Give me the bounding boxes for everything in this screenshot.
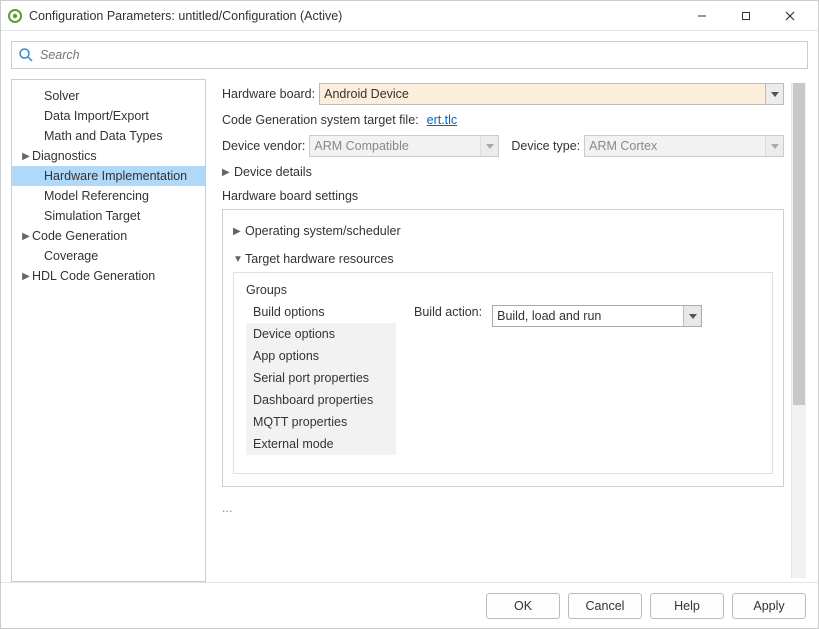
groups-label: Groups bbox=[246, 283, 396, 297]
hardware-board-label: Hardware board: bbox=[222, 87, 315, 101]
tree-item-model-referencing[interactable]: Model Referencing bbox=[12, 186, 205, 206]
maximize-button[interactable] bbox=[724, 2, 768, 30]
chevron-right-icon: ▶ bbox=[233, 226, 245, 237]
tree-item-label: Diagnostics bbox=[32, 149, 97, 163]
tree-item-diagnostics[interactable]: ▶Diagnostics bbox=[12, 146, 205, 166]
ok-button[interactable]: OK bbox=[486, 593, 560, 619]
help-button[interactable]: Help bbox=[650, 593, 724, 619]
tree-item-solver[interactable]: Solver bbox=[12, 86, 205, 106]
device-type-select[interactable]: ARM Cortex bbox=[584, 135, 784, 157]
apply-button[interactable]: Apply bbox=[732, 593, 806, 619]
group-item-serial-port-properties[interactable]: Serial port properties bbox=[246, 367, 396, 389]
more-indicator: ... bbox=[222, 501, 784, 515]
tree-item-hdl-code-generation[interactable]: ▶HDL Code Generation bbox=[12, 266, 205, 286]
tree-item-label: Math and Data Types bbox=[44, 129, 163, 143]
hardware-board-settings-label: Hardware board settings bbox=[222, 189, 780, 203]
hardware-board-select[interactable]: Android Device bbox=[319, 83, 784, 105]
codegen-target-link[interactable]: ert.tlc bbox=[427, 113, 458, 127]
tree-item-label: Model Referencing bbox=[44, 189, 149, 203]
chevron-right-icon: ▶ bbox=[20, 151, 32, 162]
groups-items: Build optionsDevice optionsApp optionsSe… bbox=[246, 301, 396, 455]
chevron-right-icon: ▶ bbox=[20, 231, 32, 242]
device-details-label: Device details bbox=[234, 165, 312, 179]
device-vendor-select[interactable]: ARM Compatible bbox=[309, 135, 499, 157]
tree-item-code-generation[interactable]: ▶Code Generation bbox=[12, 226, 205, 246]
group-item-app-options[interactable]: App options bbox=[246, 345, 396, 367]
target-hardware-resources-panel: Groups Build optionsDevice optionsApp op… bbox=[233, 272, 773, 474]
tree-item-label: Code Generation bbox=[32, 229, 127, 243]
group-item-dashboard-properties[interactable]: Dashboard properties bbox=[246, 389, 396, 411]
chevron-right-icon: ▶ bbox=[20, 271, 32, 282]
build-action-value: Build, load and run bbox=[497, 309, 601, 323]
main-panel: Hardware board: Android Device Code Gene… bbox=[206, 79, 808, 582]
target-hardware-resources-label: Target hardware resources bbox=[245, 252, 394, 266]
os-scheduler-toggle[interactable]: ▶ Operating system/scheduler bbox=[233, 224, 773, 238]
os-scheduler-label: Operating system/scheduler bbox=[245, 224, 401, 238]
search-field-wrap[interactable] bbox=[11, 41, 808, 69]
codegen-target-label: Code Generation system target file: bbox=[222, 113, 419, 127]
scrollbar-thumb[interactable] bbox=[793, 83, 805, 405]
close-button[interactable] bbox=[768, 2, 812, 30]
chevron-down-icon bbox=[480, 136, 498, 156]
build-action-label: Build action: bbox=[414, 305, 482, 319]
chevron-down-icon bbox=[765, 136, 783, 156]
chevron-down-icon bbox=[683, 306, 701, 326]
tree-item-label: Hardware Implementation bbox=[44, 169, 187, 183]
build-action-select[interactable]: Build, load and run bbox=[492, 305, 702, 327]
category-tree[interactable]: Solver Data Import/Export Math and Data Ty… bbox=[11, 79, 206, 582]
hardware-board-settings-panel: ▶ Operating system/scheduler ▼ Target ha… bbox=[222, 209, 784, 487]
group-item-mqtt-properties[interactable]: MQTT properties bbox=[246, 411, 396, 433]
search-icon bbox=[18, 47, 34, 63]
hardware-board-value: Android Device bbox=[324, 87, 409, 101]
dialog-button-bar: OK Cancel Help Apply bbox=[1, 582, 818, 628]
group-item-build-options[interactable]: Build options bbox=[246, 301, 396, 323]
device-vendor-label: Device vendor: bbox=[222, 139, 305, 153]
device-vendor-value: ARM Compatible bbox=[314, 139, 408, 153]
device-type-label: Device type: bbox=[511, 139, 580, 153]
window-title: Configuration Parameters: untitled/Confi… bbox=[29, 9, 680, 23]
tree-item-label: Simulation Target bbox=[44, 209, 140, 223]
titlebar: Configuration Parameters: untitled/Confi… bbox=[1, 1, 818, 31]
group-item-device-options[interactable]: Device options bbox=[246, 323, 396, 345]
device-type-value: ARM Cortex bbox=[589, 139, 657, 153]
tree-item-coverage[interactable]: Coverage bbox=[12, 246, 205, 266]
tree-item-label: Coverage bbox=[44, 249, 98, 263]
tree-item-label: Data Import/Export bbox=[44, 109, 149, 123]
cancel-button[interactable]: Cancel bbox=[568, 593, 642, 619]
tree-item-hardware-implementation[interactable]: Hardware Implementation bbox=[12, 166, 205, 186]
chevron-right-icon: ▶ bbox=[222, 167, 234, 178]
tree-item-simulation-target[interactable]: Simulation Target bbox=[12, 206, 205, 226]
device-details-toggle[interactable]: ▶ Device details bbox=[222, 165, 784, 179]
app-icon bbox=[7, 8, 23, 24]
search-input[interactable] bbox=[38, 42, 801, 68]
groups-list: Groups Build optionsDevice optionsApp op… bbox=[246, 283, 396, 455]
minimize-button[interactable] bbox=[680, 2, 724, 30]
tree-item-math-and-data-types[interactable]: Math and Data Types bbox=[12, 126, 205, 146]
vertical-scrollbar[interactable] bbox=[791, 83, 806, 578]
tree-item-label: Solver bbox=[44, 89, 79, 103]
chevron-down-icon: ▼ bbox=[233, 254, 245, 265]
group-item-external-mode[interactable]: External mode bbox=[246, 433, 396, 455]
chevron-down-icon bbox=[765, 84, 783, 104]
config-parameters-window: Configuration Parameters: untitled/Confi… bbox=[0, 0, 819, 629]
tree-item-data-import-export[interactable]: Data Import/Export bbox=[12, 106, 205, 126]
tree-item-label: HDL Code Generation bbox=[32, 269, 155, 283]
target-hardware-resources-toggle[interactable]: ▼ Target hardware resources bbox=[233, 252, 773, 266]
